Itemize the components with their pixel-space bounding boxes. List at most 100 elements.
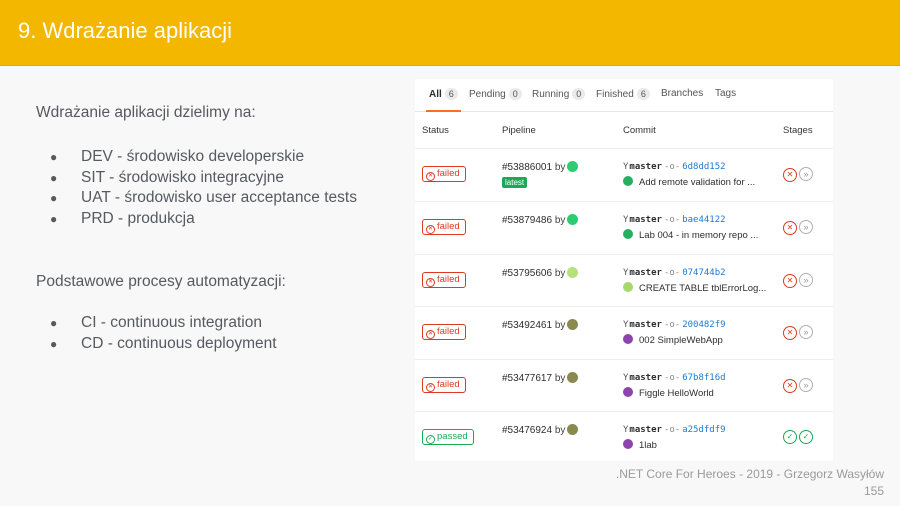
latest-badge: latest — [502, 177, 528, 188]
x-circle-icon: ✕ — [426, 383, 435, 392]
commit-info: Ymaster -o-bae44122 Lab 004 - in memory re… — [623, 215, 783, 241]
branch-name[interactable]: master — [629, 215, 662, 225]
list-item: ● UAT - środowisko user acceptance tests — [50, 189, 357, 206]
avatar[interactable] — [567, 424, 579, 435]
stage-skipped-icon[interactable]: » — [799, 378, 813, 392]
commit-message[interactable]: CREATE TABLE tblErrorLog... — [639, 283, 766, 294]
tab-branches[interactable]: Branches — [661, 88, 703, 99]
title-bar: 9. Wdrażanie aplikacji — [0, 0, 900, 66]
stage-skipped-icon[interactable]: » — [799, 220, 813, 234]
commit-message[interactable]: Lab 004 - in memory repo ... — [639, 230, 758, 241]
branch-icon: Y — [623, 373, 629, 383]
branch-name[interactable]: master — [629, 320, 662, 330]
branch-name[interactable]: master — [629, 162, 662, 172]
commit-icon: -o- — [663, 162, 681, 172]
commit-info: Ymaster -o- 6d8dd152 Add remote validation … — [623, 162, 783, 188]
avatar[interactable] — [567, 161, 579, 172]
slide-title: 9. Wdrażanie aplikacji — [18, 18, 232, 43]
stage-failed-icon[interactable]: ✕ — [783, 326, 797, 340]
list-item: ● SIT - środowisko integracyjne — [50, 168, 285, 186]
commit-message[interactable]: Figgle HelloWorld — [639, 388, 714, 399]
commit-sha-link[interactable]: 6d8dd152 — [682, 162, 725, 172]
commit-sha-link[interactable]: 200482f9 — [682, 320, 725, 330]
list-item: ● DEV - środowisko developerskie — [50, 148, 305, 165]
branch-name[interactable]: master — [629, 425, 662, 435]
column-header-status: Status — [422, 125, 449, 136]
commit-sha-link[interactable]: a25dfdf9 — [682, 425, 725, 435]
footer-text: .NET Core For Heroes - 2019 - Grzegorz W… — [615, 467, 884, 481]
stage-skipped-icon[interactable]: » — [799, 325, 813, 339]
stages: ✓ ✓ — [783, 430, 815, 444]
avatar[interactable] — [567, 267, 579, 278]
stages: ✕» — [783, 378, 815, 393]
table-row[interactable]: ✕ failed #53795606 by Ymaster -o- 074744b2 CRE… — [415, 254, 833, 306]
check-circle-icon: ✓ — [426, 435, 435, 444]
status-badge[interactable]: ✓ passed — [422, 429, 474, 445]
commit-info: Ymaster -o-a25dfdf9 1lab — [623, 425, 783, 451]
status-badge[interactable]: ✕ failed — [422, 166, 466, 182]
stage-failed-icon[interactable]: ✕ — [783, 221, 797, 235]
tab-pending[interactable]: Pending 0 — [469, 88, 522, 100]
commit-icon: -o- — [663, 373, 681, 383]
list-item: ● CD - continuous deployment — [50, 334, 277, 352]
pipeline-tabs: All 6 Pending 0 Running 0 Finished 6 Branche… — [415, 79, 833, 112]
stage-passed-icon[interactable]: ✓ — [783, 430, 797, 444]
column-header-pipeline: Pipeline — [502, 125, 536, 136]
commit-info: Ymaster -o- 200482f9 002 SimpleWebApp — [623, 320, 783, 346]
stage-passed-icon[interactable]: ✓ — [799, 430, 813, 444]
branch-name[interactable]: master — [629, 373, 662, 383]
commit-sha-link[interactable]: 67b8f16d — [682, 373, 725, 383]
avatar[interactable] — [623, 229, 633, 239]
avatar[interactable] — [567, 372, 579, 383]
commit-message[interactable]: Add remote validation for ... — [639, 177, 755, 188]
avatar[interactable] — [623, 282, 633, 292]
stage-skipped-icon[interactable]: » — [799, 273, 813, 287]
stage-skipped-icon[interactable]: » — [799, 167, 813, 181]
commit-message[interactable]: 002 SimpleWebApp — [639, 335, 723, 346]
tab-tags[interactable]: Tags — [715, 88, 736, 99]
pipeline-id[interactable]: #53879486 by — [502, 214, 579, 226]
branch-icon: Y — [623, 215, 629, 225]
pipeline-id[interactable]: #53492461 by — [502, 319, 579, 331]
tab-finished[interactable]: Finished 6 — [596, 88, 650, 100]
table-row[interactable]: ✕ failed #53886001 by latest Ymaster -o- 6d8dd… — [415, 148, 833, 200]
avatar[interactable] — [623, 334, 633, 344]
stage-failed-icon[interactable]: ✕ — [783, 379, 797, 393]
pipeline-id[interactable]: #53476924 by — [502, 424, 579, 436]
commit-info: Ymaster -o- 074744b2 CREATE TABLE tblErrorL… — [623, 268, 783, 294]
pipeline-id[interactable]: #53795606 by — [502, 267, 579, 279]
branch-icon: Y — [623, 425, 629, 435]
table-row[interactable]: ✕ failed #53879486 by Ymaster -o-bae44122 Lab… — [415, 201, 833, 253]
status-badge[interactable]: ✕ failed — [422, 219, 466, 235]
avatar[interactable] — [623, 176, 633, 186]
commit-sha-link[interactable]: bae44122 — [682, 215, 725, 225]
slide-text: Wdrażanie aplikacji dzielimy na: ● DEV - … — [36, 104, 396, 354]
stage-failed-icon[interactable]: ✕ — [783, 274, 797, 288]
branch-icon: Y — [623, 268, 629, 278]
status-badge[interactable]: ✕ failed — [422, 272, 466, 288]
branch-name[interactable]: master — [629, 268, 662, 278]
commit-message[interactable]: 1lab — [639, 440, 657, 451]
avatar[interactable] — [623, 439, 633, 449]
branch-icon: Y — [623, 162, 629, 172]
stage-failed-icon[interactable]: ✕ — [783, 168, 797, 182]
status-badge[interactable]: ✕ failed — [422, 324, 466, 340]
x-circle-icon: ✕ — [426, 278, 435, 287]
table-row[interactable]: ✕ failed #53492461 by Ymaster -o- 200482f9 002… — [415, 306, 833, 358]
avatar[interactable] — [567, 319, 579, 330]
commit-icon: -o- — [663, 215, 681, 225]
table-row[interactable]: ✕ failed #53477617 by Ymaster -o- 67b8f16d Fig… — [415, 359, 833, 411]
status-badge[interactable]: ✕ failed — [422, 377, 466, 393]
avatar[interactable] — [567, 214, 579, 225]
process-list: ● CI - continuous integration ● CD - conti… — [36, 313, 396, 354]
pipeline-id[interactable]: #53886001 by — [502, 161, 579, 173]
tab-count-badge: 0 — [508, 88, 522, 100]
commit-icon: -o- — [663, 268, 681, 278]
pipeline-id[interactable]: #53477617 by — [502, 372, 579, 384]
table-row[interactable]: ✓ passed #53476924 by Ymaster -o-a25dfdf9 1la… — [415, 411, 833, 463]
tab-running[interactable]: Running 0 — [532, 88, 586, 100]
stages: ✕» — [783, 167, 815, 182]
tab-all[interactable]: All 6 — [426, 88, 461, 112]
avatar[interactable] — [623, 387, 633, 397]
commit-sha-link[interactable]: 074744b2 — [682, 268, 725, 278]
